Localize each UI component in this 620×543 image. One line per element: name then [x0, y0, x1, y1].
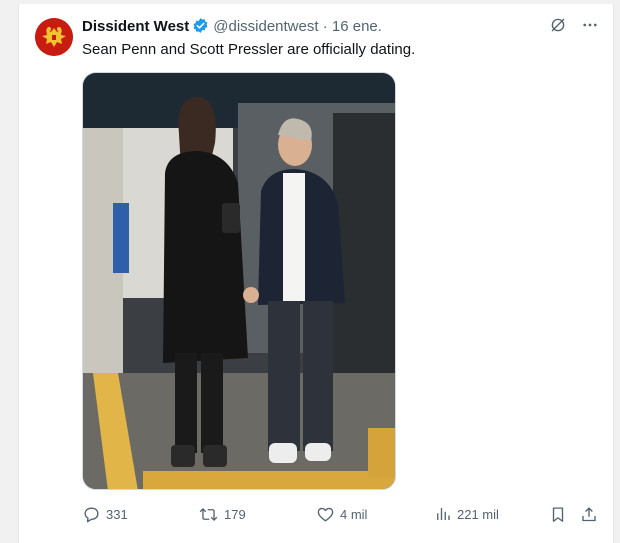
like-count: 4 mil [340, 506, 368, 522]
tweet-text: Sean Penn and Scott Pressler are officia… [82, 41, 416, 58]
double-headed-eagle-logo [35, 18, 73, 56]
like-button[interactable]: 4 mil [316, 502, 367, 526]
share-button[interactable] [580, 502, 598, 526]
tweet-card[interactable]: Dissident West @dissidentwest · 16 ene. S… [18, 4, 614, 543]
reply-icon [82, 505, 101, 524]
like-icon [316, 505, 335, 524]
tweet-date[interactable]: 16 ene. [332, 18, 382, 35]
retweet-icon [198, 505, 219, 524]
separator: · [322, 18, 328, 35]
avatar[interactable] [35, 18, 73, 56]
views-button[interactable]: 221 mil [434, 502, 499, 526]
tweet-photo[interactable] [82, 72, 396, 490]
reply-count: 331 [106, 506, 128, 522]
views-count: 221 mil [457, 506, 499, 522]
top-icons [549, 16, 599, 39]
retweet-button[interactable]: 179 [198, 502, 246, 526]
action-bar: 331 179 4 mil 221 mil [82, 502, 602, 526]
reply-button[interactable]: 331 [82, 502, 128, 526]
retweet-count: 179 [224, 506, 246, 522]
share-icon [580, 505, 598, 524]
grok-icon[interactable] [549, 16, 567, 39]
views-icon [434, 505, 452, 523]
bookmark-button[interactable] [549, 502, 567, 526]
tweet-header: Dissident West @dissidentwest · 16 ene. [82, 17, 382, 40]
more-icon[interactable] [581, 16, 599, 39]
street-photo [83, 73, 395, 489]
author-name[interactable]: Dissident West [82, 18, 189, 35]
author-handle[interactable]: @dissidentwest [213, 18, 318, 35]
verified-badge-icon [192, 17, 209, 40]
bookmark-icon [549, 505, 567, 524]
